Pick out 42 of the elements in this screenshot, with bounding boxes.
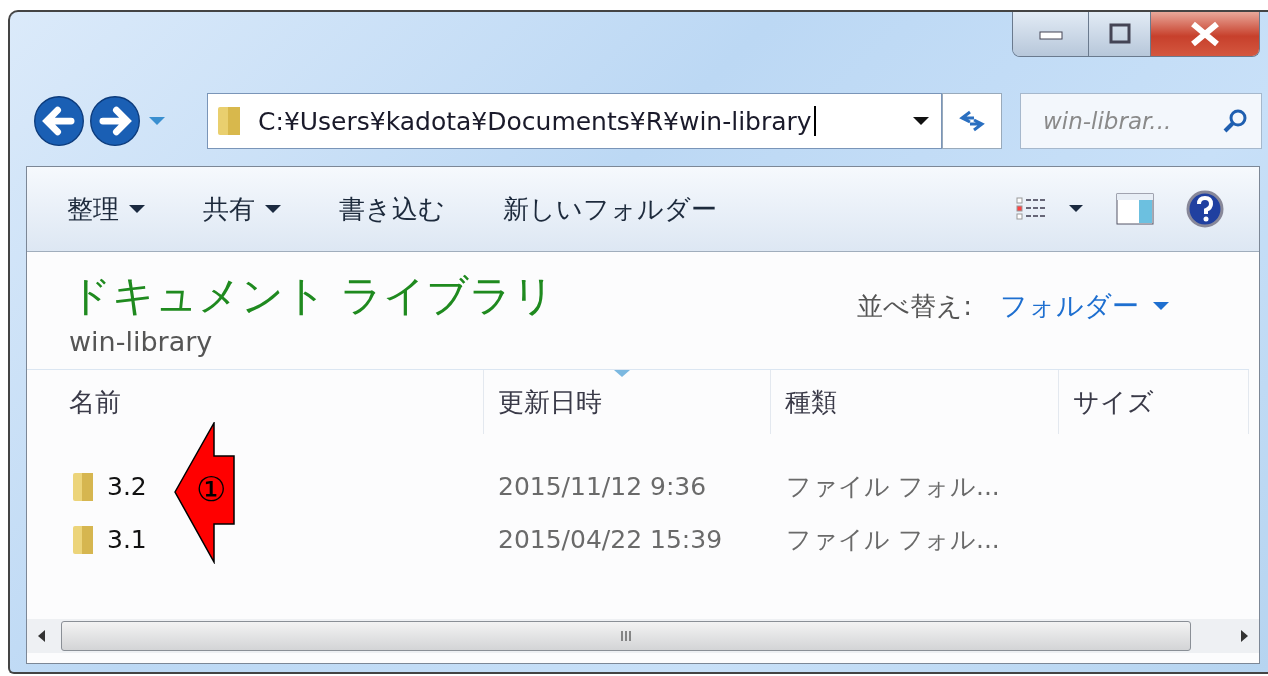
refresh-button[interactable] xyxy=(942,93,1002,149)
file-name[interactable]: 3.2 xyxy=(107,472,147,501)
caret-icon xyxy=(1153,301,1169,311)
arrange-dropdown[interactable]: フォルダー xyxy=(1000,288,1169,324)
help-button[interactable] xyxy=(1185,189,1225,229)
file-type: ファイル フォル... xyxy=(785,471,1001,503)
modified-date: 2015/04/22 15:39 xyxy=(497,525,724,554)
sort-indicator-icon xyxy=(614,370,631,378)
caret-icon xyxy=(265,204,281,214)
column-header[interactable]: 更新日時 xyxy=(483,370,772,434)
help-icon xyxy=(1185,189,1225,229)
modified-date: 2015/11/12 9:36 xyxy=(497,472,708,501)
address-path: C:¥Users¥kadota¥Documents¥R¥win-library xyxy=(258,106,812,136)
list-view-icon xyxy=(1015,195,1085,223)
search-placeholder: win-librar... xyxy=(1043,108,1172,134)
maximize-button[interactable] xyxy=(1089,12,1151,56)
library-subtitle: win-library xyxy=(69,326,214,357)
column-header[interactable]: サイズ xyxy=(1059,370,1249,434)
forward-button[interactable] xyxy=(88,94,142,148)
preview-pane-icon xyxy=(1115,192,1155,226)
arrange-label: 並べ替え: xyxy=(857,289,972,323)
library-title: ドキュメント ライブラリ xyxy=(69,270,556,322)
preview-pane-button[interactable] xyxy=(1115,192,1155,226)
toolbar-button[interactable]: 整理 xyxy=(67,191,145,227)
toolbar-button[interactable]: 共有 xyxy=(203,191,281,227)
caret-icon xyxy=(129,204,145,214)
grip-icon xyxy=(619,629,633,643)
view-options-button[interactable] xyxy=(1015,195,1085,223)
refresh-icon xyxy=(958,108,986,134)
file-name[interactable]: 3.1 xyxy=(107,525,147,554)
close-button[interactable] xyxy=(1151,12,1259,56)
history-caret-icon[interactable] xyxy=(148,115,166,127)
back-button[interactable] xyxy=(32,94,86,148)
address-field[interactable]: C:¥Users¥kadota¥Documents¥R¥win-library xyxy=(207,93,942,149)
minimize-button[interactable] xyxy=(1013,12,1089,56)
scrollbar-thumb[interactable] xyxy=(61,621,1191,651)
toolbar-button[interactable]: 書き込む xyxy=(339,191,445,227)
file-type: ファイル フォル... xyxy=(785,524,1001,556)
column-header[interactable]: 種類 xyxy=(771,370,1060,434)
dropdown-caret-icon[interactable] xyxy=(913,116,929,126)
toolbar-button[interactable]: 新しいフォルダー xyxy=(503,191,717,227)
search-icon xyxy=(1221,107,1249,135)
